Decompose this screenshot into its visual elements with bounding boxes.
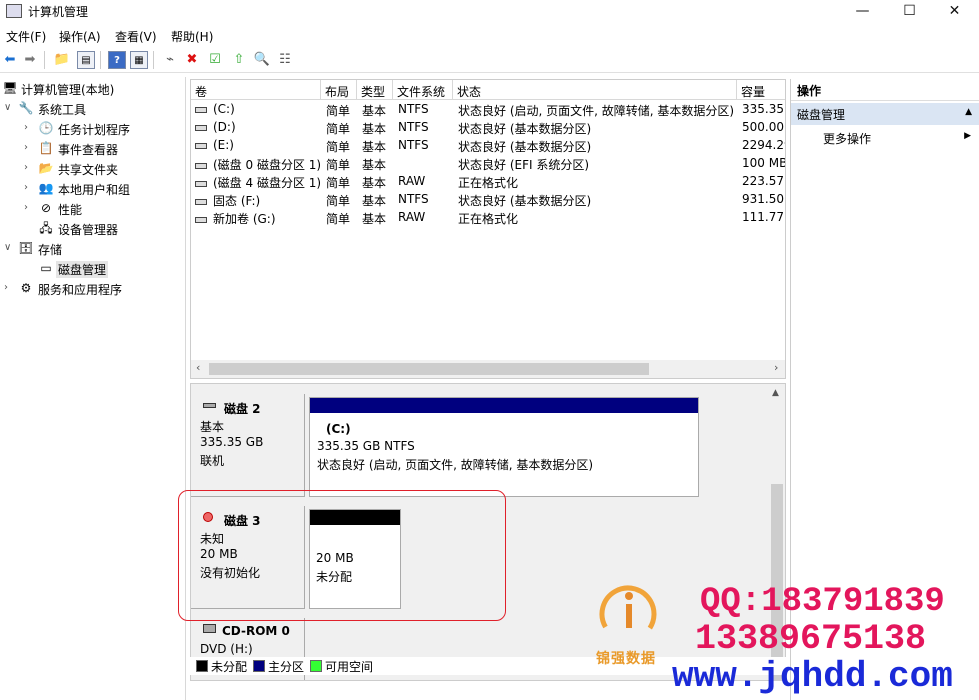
help-icon[interactable]: ? bbox=[108, 51, 126, 69]
cdrom-icon bbox=[203, 624, 216, 633]
table-row[interactable]: (D:) 简单 基本 NTFS 状态良好 (基本数据分区) 500.00 bbox=[191, 119, 785, 137]
column-header-capacity[interactable]: 容量 bbox=[737, 80, 785, 100]
back-icon[interactable]: ⬅ bbox=[1, 51, 19, 69]
users-icon: 👥 bbox=[38, 181, 54, 195]
expand-chevron-icon[interactable]: › bbox=[24, 202, 34, 213]
volume-icon bbox=[195, 216, 207, 223]
table-row[interactable]: 新加卷 (G:) 简单 基本 RAW 正在格式化 111.77 bbox=[191, 209, 785, 227]
watermark-url: www.jqhdd.com bbox=[672, 656, 953, 697]
close-button[interactable]: ✕ bbox=[932, 0, 977, 24]
minimize-button[interactable]: — bbox=[840, 0, 885, 24]
scroll-left-icon[interactable]: ‹ bbox=[196, 361, 200, 374]
properties-icon[interactable]: ▦ bbox=[130, 51, 148, 69]
watermark-logo-text: 锦强数据 bbox=[596, 651, 656, 667]
tools-icon: 🔧 bbox=[18, 101, 34, 115]
column-header-filesystem[interactable]: 文件系统 bbox=[393, 80, 453, 100]
highlight-box bbox=[178, 490, 506, 621]
watermark-phone: 13389675138 bbox=[695, 619, 927, 659]
primary-partition-bar bbox=[310, 398, 698, 413]
expand-chevron-icon[interactable]: › bbox=[4, 282, 14, 293]
volume-icon bbox=[195, 162, 207, 169]
table-row[interactable]: (磁盘 4 磁盘分区 1) 简单 基本 RAW 正在格式化 223.57 bbox=[191, 173, 785, 191]
toolbar-separator bbox=[100, 51, 101, 69]
volume-icon bbox=[195, 124, 207, 131]
disk-icon bbox=[203, 403, 216, 408]
check-icon[interactable]: ☑ bbox=[206, 51, 224, 69]
volume-icon bbox=[195, 106, 207, 113]
toolbar-separator bbox=[153, 51, 154, 69]
clock-icon: 🕒 bbox=[38, 121, 54, 135]
disk2-info[interactable]: 磁盘 2 基本 335.35 GB 联机 bbox=[191, 394, 305, 497]
volume-list: 卷 布局 类型 文件系统 状态 容量 (C:) 简单 基本 NTFS 状态良好 … bbox=[190, 79, 786, 379]
device-manager-icon: 🖧 bbox=[39, 221, 53, 235]
legend-label: 可用空间 bbox=[325, 660, 374, 674]
table-row[interactable]: (磁盘 0 磁盘分区 1) 简单 基本 状态良好 (EFI 系统分区) 100 … bbox=[191, 155, 785, 173]
expand-chevron-icon[interactable]: › bbox=[24, 182, 34, 193]
storage-icon: 🗄 bbox=[18, 241, 34, 255]
export-icon[interactable]: ⇧ bbox=[230, 51, 248, 69]
legend-label: 未分配 bbox=[211, 660, 248, 674]
legend-swatch-primary bbox=[253, 660, 265, 672]
menu-view[interactable]: 查看(V) bbox=[115, 28, 157, 45]
show-hide-tree-icon[interactable]: ▤ bbox=[77, 51, 95, 69]
more-actions-item[interactable]: 更多操作 bbox=[823, 130, 871, 147]
services-icon: ⚙ bbox=[20, 281, 32, 295]
watermark-logo-icon bbox=[599, 585, 657, 643]
up-folder-icon[interactable]: 📁 bbox=[53, 51, 71, 69]
scroll-up-icon[interactable]: ▲ bbox=[772, 388, 779, 398]
toolbar: ⬅ ➡ 📁 ▤ ? ▦ ⌁ ✖ ☑ ⇧ 🔍 ☷ bbox=[0, 47, 979, 73]
scroll-right-icon[interactable]: › bbox=[774, 361, 778, 374]
watermark-qq: QQ:183791839 bbox=[700, 583, 945, 621]
menu-action[interactable]: 操作(A) bbox=[59, 28, 101, 45]
maximize-button[interactable]: ☐ bbox=[887, 0, 932, 24]
computer-management-icon bbox=[6, 4, 22, 18]
shared-folder-icon: 📂 bbox=[38, 161, 54, 175]
scrollbar-thumb[interactable] bbox=[209, 363, 649, 375]
search-icon[interactable]: 🔍 bbox=[253, 51, 271, 69]
performance-icon: ⊘ bbox=[40, 201, 52, 215]
column-header-layout[interactable]: 布局 bbox=[321, 80, 357, 100]
expand-chevron-icon[interactable]: › bbox=[24, 162, 34, 173]
window-title: 计算机管理 bbox=[28, 5, 89, 19]
table-row[interactable]: (E:) 简单 基本 NTFS 状态良好 (基本数据分区) 2294.29 bbox=[191, 137, 785, 155]
legend-swatch-unallocated bbox=[196, 660, 208, 672]
table-row[interactable]: (C:) 简单 基本 NTFS 状态良好 (启动, 页面文件, 故障转储, 基本… bbox=[191, 101, 785, 119]
computer-icon: 🖥 bbox=[2, 81, 18, 95]
volume-icon bbox=[195, 180, 207, 187]
expand-chevron-icon[interactable]: › bbox=[24, 122, 34, 133]
menu-help[interactable]: 帮助(H) bbox=[171, 28, 213, 45]
collapse-up-icon[interactable]: ▲ bbox=[965, 107, 972, 117]
legend-swatch-free bbox=[310, 660, 322, 672]
horizontal-scrollbar[interactable]: ‹ › bbox=[191, 360, 785, 378]
forward-icon[interactable]: ➡ bbox=[21, 51, 39, 69]
column-header-volume[interactable]: 卷 bbox=[191, 80, 321, 100]
volume-icon bbox=[195, 198, 207, 205]
navigation-tree: 🖥 计算机管理(本地) ∨ 🔧 系统工具 › 🕒 任务计划程序 › 📋 事件查看… bbox=[0, 77, 186, 700]
connect-icon[interactable]: ⌁ bbox=[161, 51, 179, 69]
volume-icon bbox=[195, 142, 207, 149]
title-bar: 计算机管理 — ☐ ✕ bbox=[0, 0, 979, 24]
disk-management-icon: ▭ bbox=[40, 261, 52, 275]
event-viewer-icon: 📋 bbox=[38, 141, 54, 155]
expand-chevron-icon[interactable]: › bbox=[24, 142, 34, 153]
actions-header: 操作 bbox=[791, 79, 979, 101]
collapse-chevron-icon[interactable]: ∨ bbox=[4, 102, 14, 113]
collapse-chevron-icon[interactable]: ∨ bbox=[4, 242, 14, 253]
disk2-partition-c[interactable]: (C:) 335.35 GB NTFS 状态良好 (启动, 页面文件, 故障转储… bbox=[309, 397, 699, 497]
legend-label: 主分区 bbox=[268, 660, 305, 674]
menu-bar: 文件(F) 操作(A) 查看(V) 帮助(H) bbox=[0, 24, 979, 46]
submenu-arrow-icon: ▶ bbox=[964, 131, 971, 141]
actions-group-disk-management[interactable]: 磁盘管理 ▲ bbox=[791, 103, 979, 125]
table-row[interactable]: 固态 (F:) 简单 基本 NTFS 状态良好 (基本数据分区) 931.50 bbox=[191, 191, 785, 209]
list-icon[interactable]: ☷ bbox=[276, 51, 294, 69]
toolbar-separator bbox=[44, 51, 45, 69]
delete-icon[interactable]: ✖ bbox=[183, 51, 201, 69]
column-header-status[interactable]: 状态 bbox=[453, 80, 737, 100]
column-header-type[interactable]: 类型 bbox=[357, 80, 393, 100]
menu-file[interactable]: 文件(F) bbox=[6, 28, 46, 45]
